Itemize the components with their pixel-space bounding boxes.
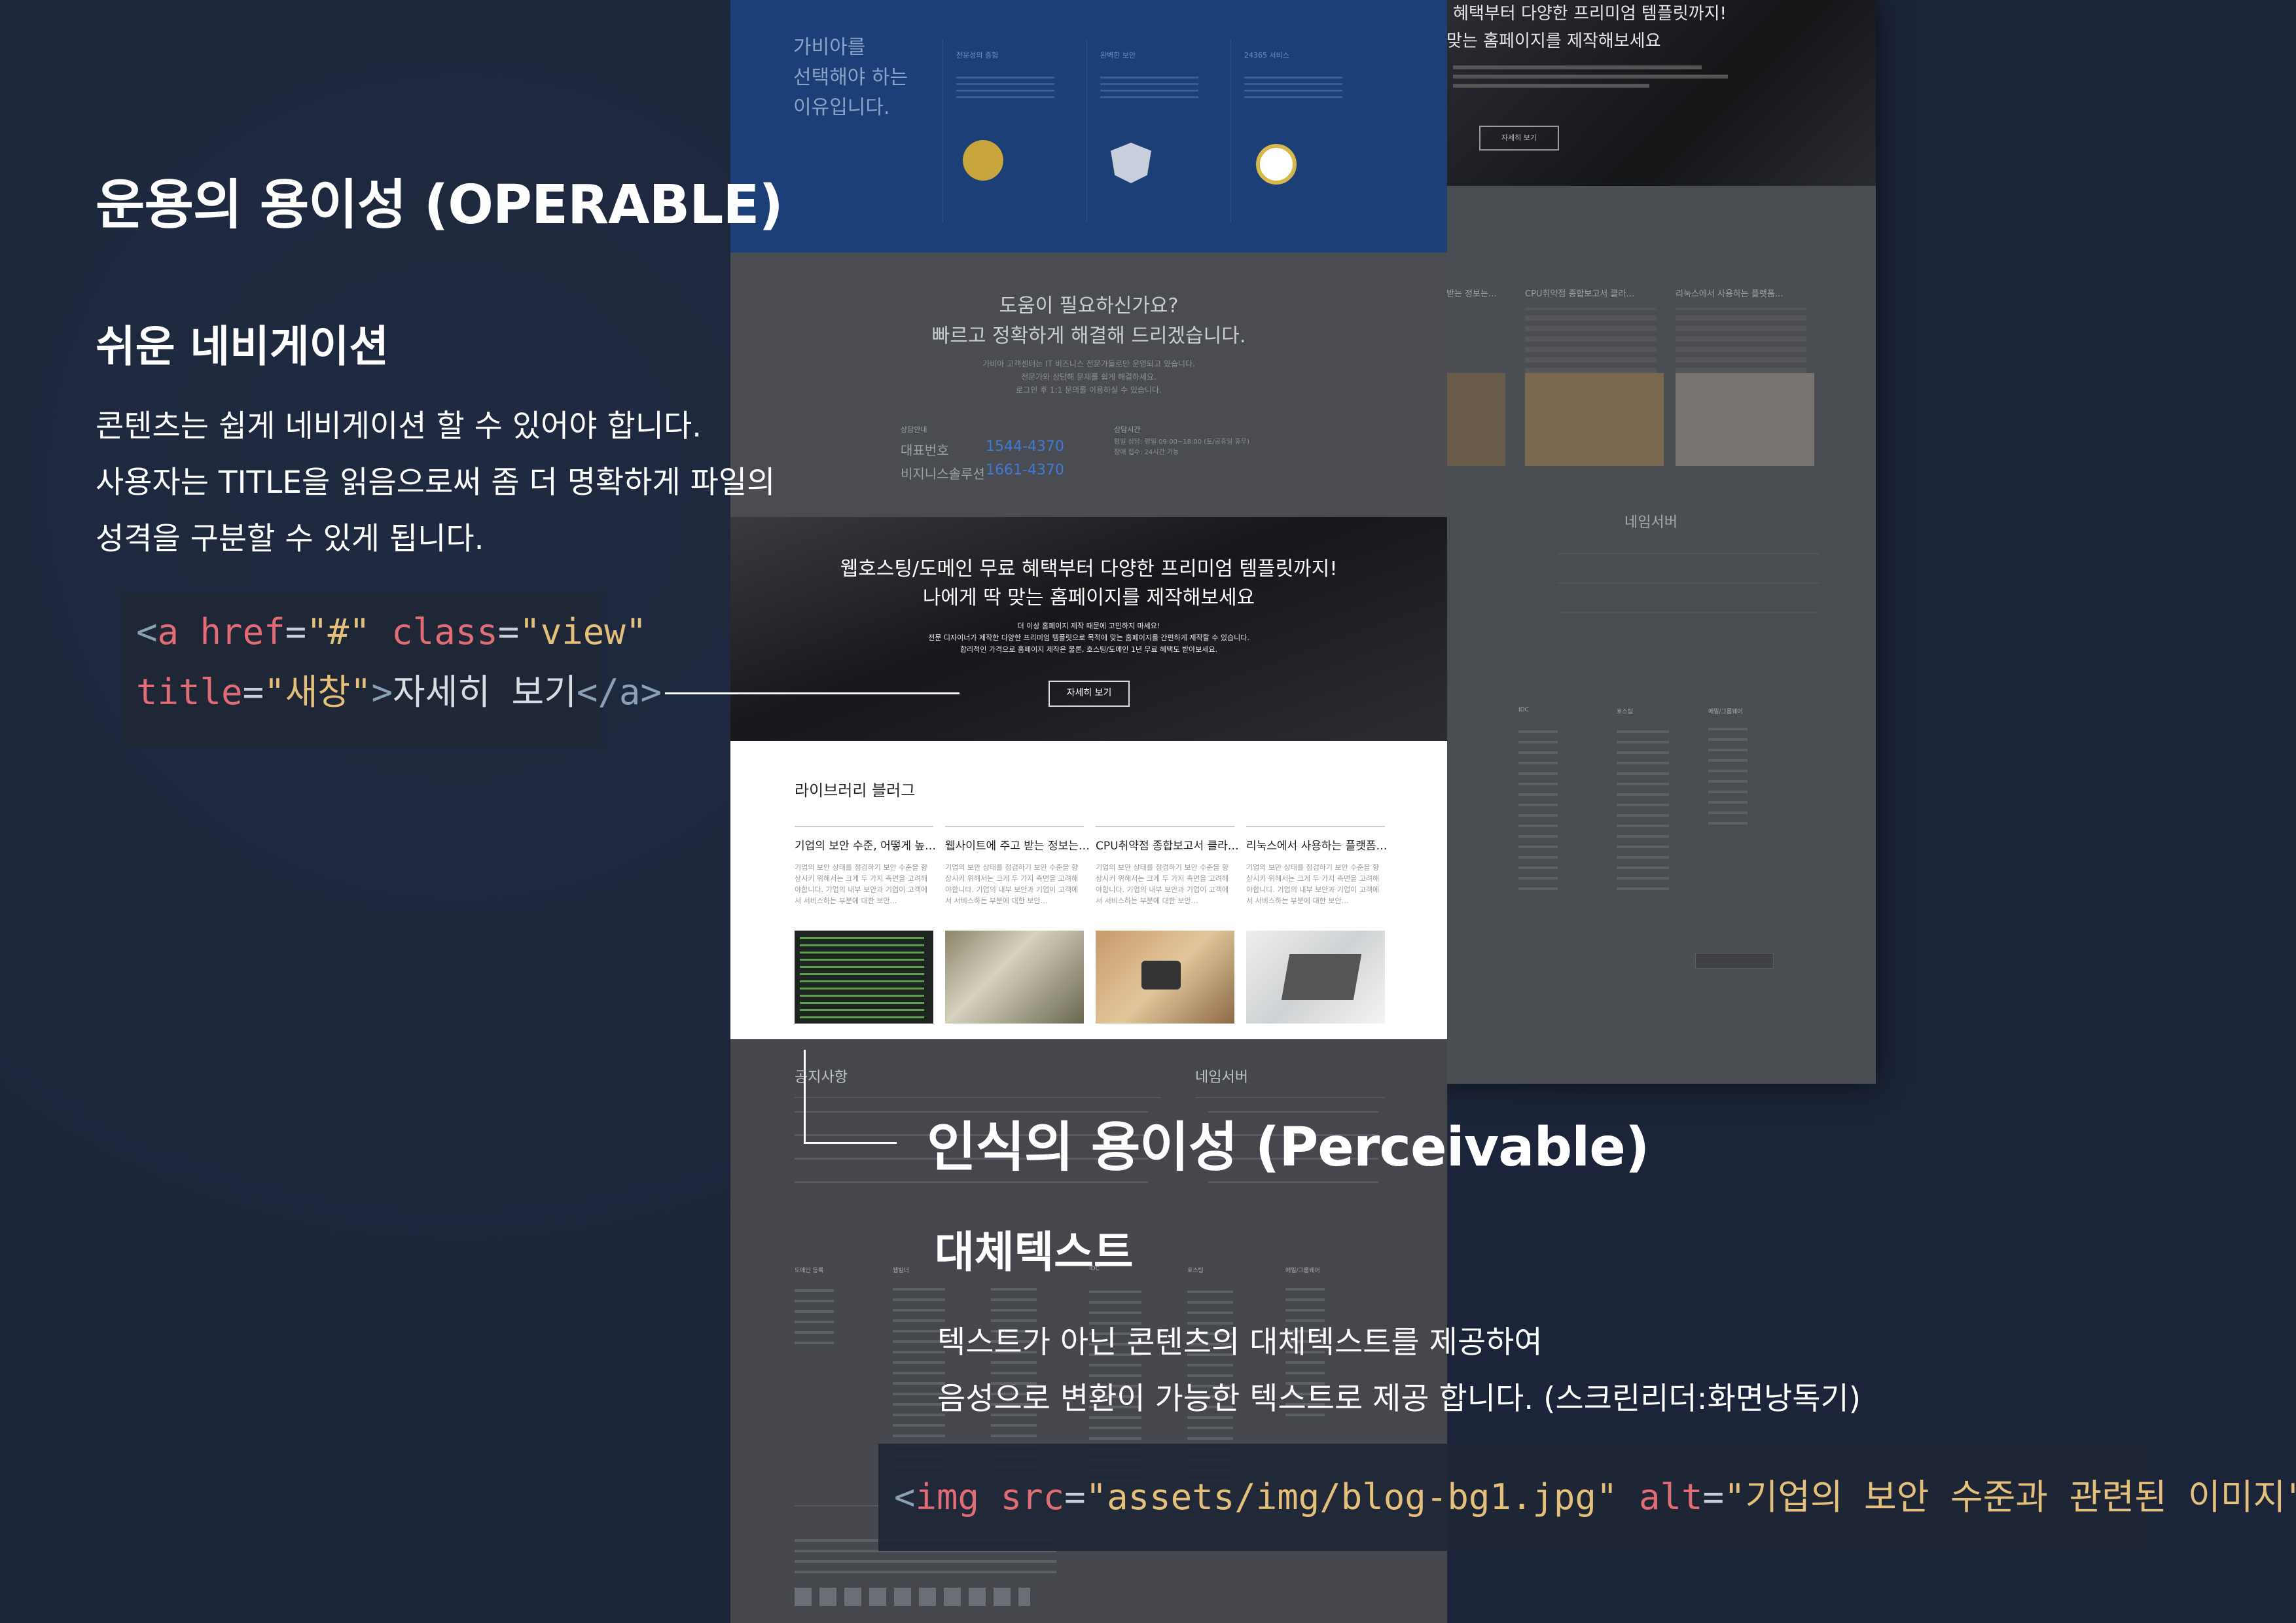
blog-thumb-money[interactable] [945,931,1084,1024]
contact-row-2-value: 1661-4370 [986,462,1064,478]
contact-row-1-value: 1544-4370 [986,438,1064,455]
operable-code-snippet: <a href="#" class="view" title="새창">자세히 … [120,592,662,747]
blog-card-4[interactable]: 리눅스에서 사용하는 플랫폼… 기업의 보안 상태를 점검하기 보안 수준을 향… [1246,826,1388,906]
banner-subtitle: 나에게 딱 맞는 홈페이지를 제작해보세요 [922,586,1255,609]
right-footer-col-2: 호스팅 [1617,709,1633,715]
shield-icon [1111,143,1151,183]
operable-line-2: 사용자는 TITLE을 읽음으로써 좀 더 명확하게 파일의 [96,465,776,501]
blog-card-3[interactable]: CPU취약점 종합보고서 클라… 기업의 보안 상태를 점검하기 보안 수준을 … [1096,826,1239,906]
perceivable-subtitle: 대체텍스트 [935,1227,1134,1277]
contact-label: 상담안내 [901,425,927,434]
operable-subtitle: 쉬운 네비게이션 [96,321,389,372]
help-subtitle: 빠르고 정확하게 해결해 드리겠습니다. [931,325,1246,348]
right-nameserver: 네임서버 [1624,514,1677,531]
hours-label: 상담시간 [1114,425,1141,434]
certification-badges [795,1588,1030,1606]
footer-col-1: 도메인 등록 [795,1268,824,1274]
blog-thumb-camera[interactable] [1096,931,1234,1024]
operable-line-3: 성격을 구분할 수 있게 됩니다. [96,521,484,557]
feature-card-2: 완벽한 보안 [1086,39,1221,223]
clock-24-icon [1256,144,1297,185]
blog-card-1[interactable]: 기업의 보안 수준, 어떻게 높… 기업의 보안 상태를 점검하기 보안 수준을… [795,826,936,906]
right-hero: 혜택부터 다양한 프리미엄 템플릿까지! 맞는 홈페이지를 제작해보세요 자세히… [1440,0,1876,186]
right-footer-col-3: 메일/그룹웨어 [1708,709,1743,715]
blog-thumb-code[interactable] [795,931,933,1024]
help-title: 도움이 필요하신가요? [999,294,1179,317]
library-title: 라이브러리 블러그 [795,781,916,800]
contact-row-2-label: 비지니스솔루션 [901,466,985,482]
feature-card-1: 전문성의 증험 [942,39,1077,223]
right-hero-subtitle: 맞는 홈페이지를 제작해보세요 [1446,31,1661,51]
operable-line-1: 콘텐츠는 쉽게 네비게이션 할 수 있어야 합니다. [96,408,702,444]
right-hero-title: 혜택부터 다양한 프리미엄 템플릿까지! [1453,4,1727,24]
perceivable-title: 인식의 용이성 (Perceivable) [927,1116,1649,1179]
help-section: 도움이 필요하신가요? 빠르고 정확하게 해결해 드리겠습니다. 가비아 고객센… [730,253,1447,517]
banner-description: 더 이상 홈페이지 제작 때문에 고민하지 마세요! 전문 디자이너가 제작한 다… [928,622,1249,654]
right-footer-col-1: IDC [1518,707,1529,713]
banner-more-button[interactable]: 자세히 보기 [1049,681,1130,707]
library-blog-section: 라이브러리 블러그 기업의 보안 수준, 어떻게 높… 기업의 보안 상태를 점… [730,741,1447,1039]
footer-col-2: 웹빌더 [893,1268,909,1274]
award-icon [963,140,1003,181]
contact-row-1-label: 대표번호 [901,442,949,458]
right-more-button[interactable]: 자세히 보기 [1479,126,1559,151]
presentation-slide: 혜택부터 다양한 프리미엄 템플릿까지! 맞는 홈페이지를 제작해보세요 자세히… [0,0,2296,1623]
back-page-mockup: 혜택부터 다양한 프리미엄 템플릿까지! 맞는 홈페이지를 제작해보세요 자세히… [1440,0,1876,1084]
perceivable-connector-horizontal [804,1142,897,1144]
feature-card-3: 24365 서비스 [1230,39,1365,223]
notice-title: 공지사항 [795,1069,848,1086]
why-text: 가비아를 선택해야 하는 이유입니다. [793,36,908,119]
help-description: 가비아 고객센터는 IT 비즈니스 전문가들로만 운영되고 있습니다. 전문가와 … [982,359,1195,395]
right-post-3: 리눅스에서 사용하는 플랫폼… [1676,289,1784,299]
right-post-1: 받는 정보는… [1446,289,1497,299]
perceivable-line-1: 텍스트가 아닌 콘텐츠의 대체텍스트를 제공하여 [937,1325,1543,1361]
promo-banner: 웹호스팅/도메인 무료 혜택부터 다양한 프리미엄 템플릿까지! 나에게 딱 맞… [730,517,1447,741]
operable-title: 운용의 용이성 (OPERABLE) [96,174,783,236]
footer-col-5: 메일/그룹웨어 [1285,1268,1320,1274]
nameserver-title: 네임서버 [1195,1069,1248,1086]
right-post-2: CPU취약점 종합보고서 클라… [1525,289,1635,299]
banner-title: 웹호스팅/도메인 무료 혜택부터 다양한 프리미엄 템플릿까지! [840,558,1338,580]
hours-text: 평일 상담: 평일 09:00~18:00 (토/공휴일 휴무) 장애 접수: 2… [1114,438,1249,456]
why-section: 가비아를 선택해야 하는 이유입니다. 전문성의 증험 완벽한 보안 24365 서… [730,0,1447,253]
perceivable-line-2: 음성으로 변환이 가능한 텍스트로 제공 합니다. (스크린리더:화면낭독기) [937,1381,1861,1417]
footer-col-4: 호스팅 [1187,1268,1204,1274]
perceivable-connector-vertical [804,1050,806,1144]
perceivable-code-snippet: <img src="assets/img/blog-bg1.jpg" alt="… [878,1444,2296,1551]
operable-connector-line [665,692,960,694]
blog-card-2[interactable]: 웹사이트에 주고 받는 정보는… 기업의 보안 상태를 점검하기 보안 수준을 … [945,826,1090,906]
blog-thumb-laptop[interactable] [1246,931,1385,1024]
